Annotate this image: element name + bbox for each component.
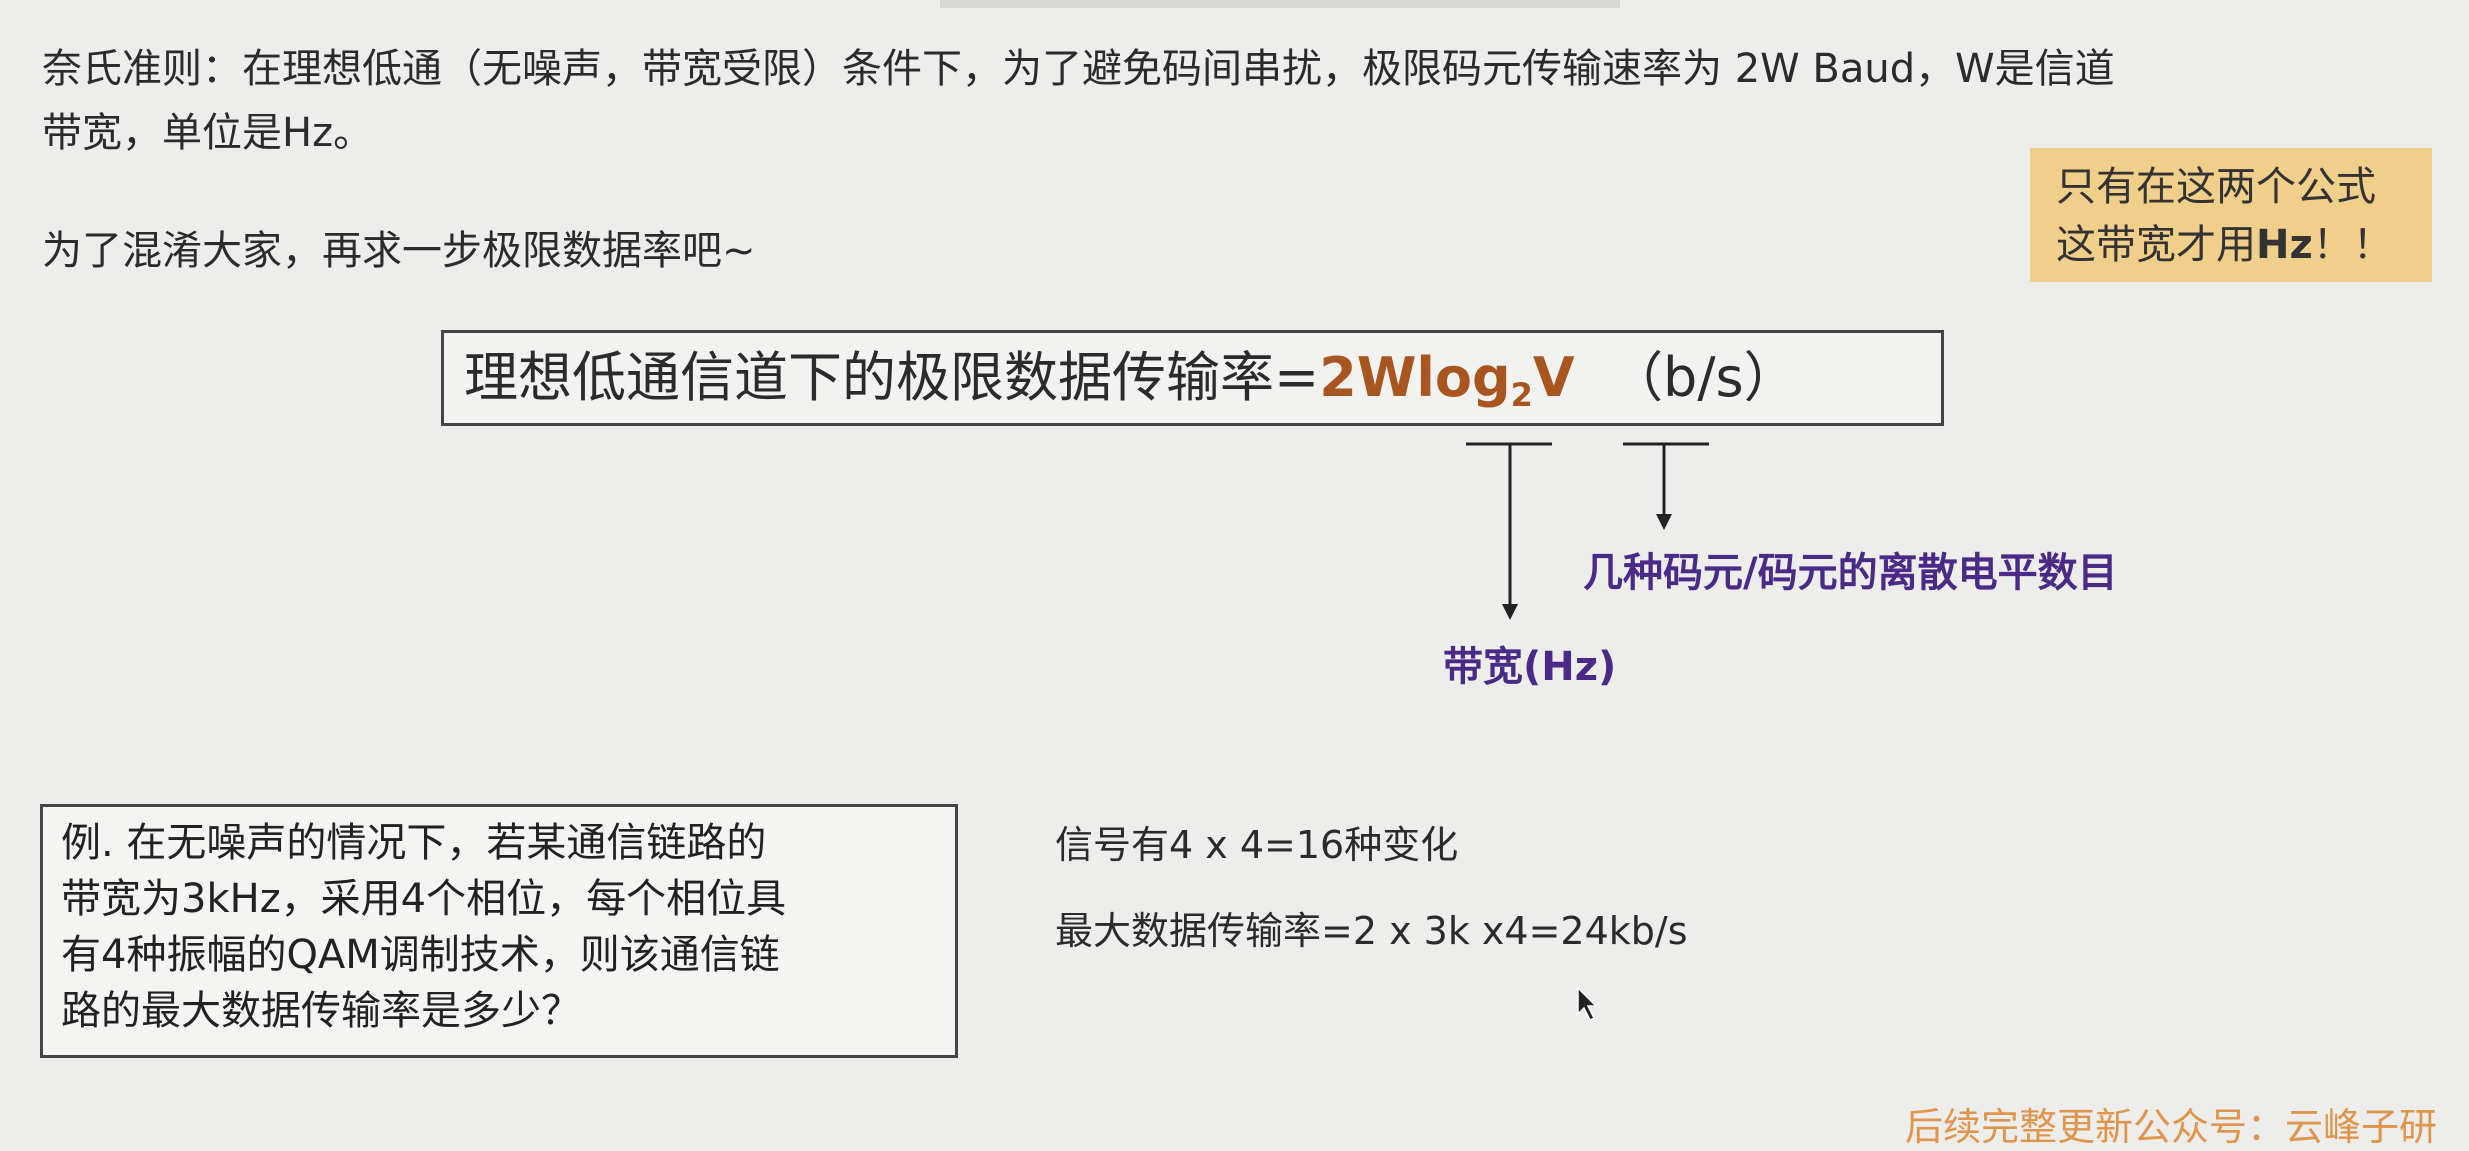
- example-box: 例. 在无噪声的情况下，若某通信链路的 带宽为3kHz，采用4个相位，每个相位具…: [40, 804, 958, 1058]
- mouse-cursor-icon: [1577, 986, 1598, 1022]
- bandwidth-arrowhead: [1502, 604, 1518, 620]
- example-line: 有4种振幅的QAM调制技术，则该通信链: [61, 932, 780, 978]
- levels-arrowhead: [1656, 514, 1672, 530]
- bandwidth-label: 带宽(Hz): [1443, 644, 1617, 690]
- example-line: 带宽为3kHz，采用4个相位，每个相位具: [61, 876, 787, 922]
- answer-line-1: 信号有4 x 4=16种变化: [1055, 823, 1459, 867]
- example-line: 路的最大数据传输率是多少？: [61, 988, 581, 1034]
- answer-line-2: 最大数据传输率=2 x 3k x4=24kb/s: [1055, 909, 1688, 953]
- example-line: 例. 在无噪声的情况下，若某通信链路的: [61, 820, 767, 866]
- footer-watermark: 后续完整更新公众号：云峰子研: [1905, 1105, 2438, 1149]
- levels-label: 几种码元/码元的离散电平数目: [1583, 550, 2118, 596]
